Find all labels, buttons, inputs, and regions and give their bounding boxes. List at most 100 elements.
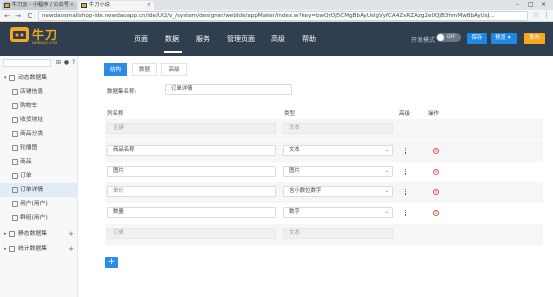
sidebar-item-shop-info[interactable]: 店铺信息 (0, 85, 78, 99)
column-type-select[interactable]: 文本 ⌄ (283, 145, 393, 156)
sidebar-item-label: 店铺信息 (20, 89, 44, 95)
publish-button[interactable]: 发布 (524, 33, 545, 44)
tab-advanced[interactable]: 高级 (161, 63, 187, 76)
sidebar-item-category[interactable]: 商品分类 (0, 127, 78, 141)
close-tab-icon[interactable]: × (70, 1, 74, 10)
browser-tab-active[interactable]: 牛刀小说 × (79, 1, 154, 10)
sidebar-item-address[interactable]: 收货地址 (0, 113, 78, 127)
tab-structure[interactable]: 结构 (104, 63, 127, 76)
nav-data[interactable]: 数据 (165, 34, 179, 44)
column-type-select[interactable]: 含小数位数字 ⌄ (283, 186, 393, 197)
sidebar-item-label: 统计数据集 (18, 246, 47, 252)
sidebar-item-order[interactable]: 订单 (0, 169, 78, 183)
save-button[interactable]: 保存 (467, 33, 487, 44)
add-icon[interactable]: + (68, 242, 74, 256)
sidebar-item-label: 轮播图 (20, 145, 38, 151)
delete-row-icon[interactable]: × (433, 169, 439, 175)
sidebar-item-users[interactable]: 用户(用户) (0, 197, 78, 211)
delete-row-icon[interactable]: × (433, 148, 439, 154)
more-options-icon[interactable] (404, 147, 407, 155)
sidebar-item-carousel[interactable]: 轮播图 (0, 141, 78, 155)
delete-row-icon[interactable]: × (433, 210, 439, 216)
column-type-select[interactable]: 图片 ⌄ (283, 166, 393, 177)
minimize-icon[interactable]: – (516, 0, 519, 10)
dataset-name-input[interactable]: 订单详情 (165, 84, 292, 95)
sidebar-item-label: 商品分类 (20, 131, 44, 137)
nav-admin-pages[interactable]: 管理页面 (227, 34, 255, 44)
table-icon (12, 215, 18, 221)
sidebar-item-cart[interactable]: 购物车 (0, 99, 78, 113)
bookmark-star-icon[interactable]: ☆ (533, 11, 539, 19)
window-close-icon[interactable]: × (541, 0, 546, 10)
chevron-down-icon: ⌄ (384, 209, 389, 215)
column-name-input[interactable]: 商品名称 (107, 145, 276, 156)
browser-menu-icon[interactable]: ⋮ (543, 11, 550, 19)
browser-tab-label: 牛刀云 - 小程序 / 公众号 (12, 2, 69, 8)
folder-icon (9, 75, 15, 81)
sidebar-search-input[interactable] (3, 59, 51, 67)
url-field[interactable]: newdaosmallshop-ide.newdaoapp.cn/ide/UI2… (38, 11, 528, 21)
reload-icon[interactable]: C (25, 11, 35, 21)
nav-help[interactable]: 帮助 (302, 34, 316, 44)
column-type-select[interactable]: 数字 ⌄ (283, 207, 393, 218)
column-name-input: 主键 (107, 123, 276, 134)
chevron-down-icon: ⌄ (384, 168, 389, 174)
preview-label: 预览 (495, 35, 507, 41)
add-icon[interactable]: + (68, 227, 74, 241)
column-type-select: 文本 (283, 123, 393, 134)
sidebar-item-label: 动态数据集 (18, 75, 47, 81)
sidebar-group-static[interactable]: ▸ 静态数据集 + (0, 227, 78, 241)
sidebar-item-label: 收货地址 (20, 117, 44, 123)
more-options-icon[interactable] (404, 188, 407, 196)
chevron-right-icon: ▸ (4, 246, 7, 252)
column-name-input[interactable]: 图片 (107, 166, 276, 177)
delete-row-icon[interactable]: × (433, 189, 439, 195)
column-type-select: 文本 (283, 228, 393, 239)
select-value: 文本 (289, 147, 300, 153)
more-options-icon[interactable] (404, 168, 407, 176)
forward-icon[interactable]: → (13, 11, 23, 21)
close-tab-icon[interactable]: × (147, 1, 151, 10)
preview-button[interactable]: 预览 ▾ (491, 33, 517, 44)
nav-pages[interactable]: 页面 (134, 34, 148, 44)
sidebar-item-product[interactable]: 商品 (0, 155, 78, 169)
folder-icon (9, 231, 15, 237)
chevron-right-icon: ▸ (4, 231, 7, 237)
chevron-down-icon: ▾ (507, 35, 511, 41)
sidebar-item-order-detail[interactable]: 订单详情 (0, 183, 78, 197)
sidebar-group-dynamic[interactable]: ▾ 动态数据集 (0, 71, 78, 85)
column-header-advanced: 高级 (399, 111, 411, 117)
nav-advanced[interactable]: 高级 (271, 34, 285, 44)
favicon-icon (81, 3, 87, 8)
sidebar-group-stats[interactable]: ▸ 统计数据集 + (0, 242, 78, 256)
more-options-icon[interactable] (404, 209, 407, 217)
dev-mode-toggle[interactable]: OFF (436, 33, 461, 42)
back-icon[interactable]: ← (2, 11, 12, 21)
table-icon (12, 117, 18, 123)
add-column-button[interactable]: + (105, 257, 118, 268)
maximize-icon[interactable]: □ (528, 0, 534, 10)
select-value: 数字 (289, 209, 300, 215)
sidebar-item-groups[interactable]: 群组(用户) (0, 211, 78, 225)
dev-mode-label: 开发模式 (411, 37, 436, 44)
favicon-icon (4, 3, 10, 8)
table-icon (12, 89, 18, 95)
sidebar-add-icon[interactable]: ⊞ (55, 59, 62, 67)
sidebar-help-icon[interactable]: ? (70, 59, 77, 67)
table-icon (12, 201, 18, 207)
nav-active-indicator (164, 51, 182, 53)
table-icon (12, 131, 18, 137)
sidebar-item-label: 商品 (20, 159, 32, 165)
browser-tab-label: 牛刀小说 (89, 2, 110, 8)
column-name-input[interactable]: 单价 (107, 186, 276, 197)
tab-data[interactable]: 数据 (132, 63, 157, 76)
column-header-action: 操作 (428, 111, 440, 117)
column-name-input[interactable]: 数量 (107, 207, 276, 218)
sidebar-item-label: 订单详情 (20, 187, 44, 193)
sidebar-settings-icon[interactable]: ● (63, 59, 70, 67)
browser-tab[interactable]: 牛刀云 - 小程序 / 公众号 × (2, 1, 77, 10)
select-value: 图片 (289, 168, 300, 174)
sidebar-item-label: 购物车 (20, 103, 38, 109)
sidebar-item-label: 用户(用户) (20, 201, 48, 207)
nav-services[interactable]: 服务 (196, 34, 210, 44)
